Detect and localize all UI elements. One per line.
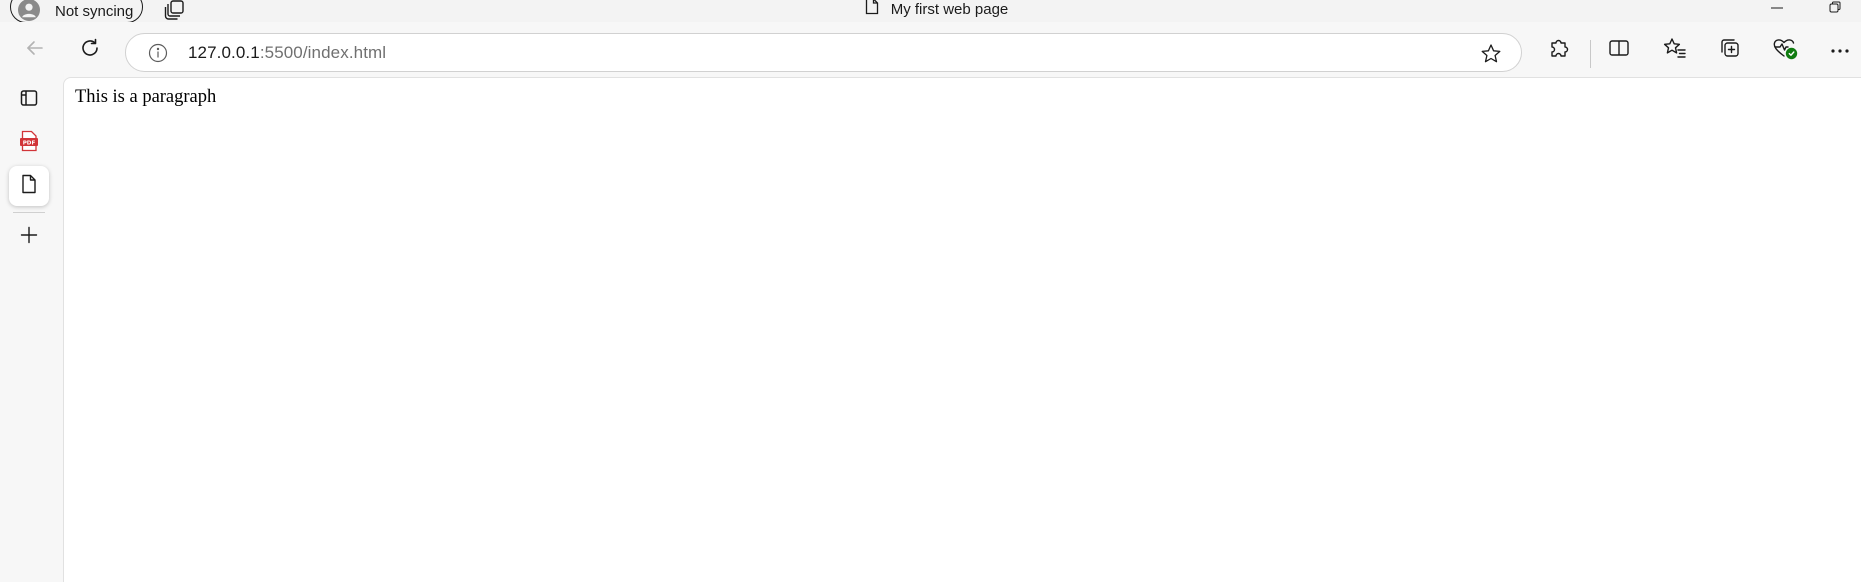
- more-button[interactable]: [1820, 30, 1860, 70]
- address-bar[interactable]: 127.0.0.1:5500/index.html: [125, 33, 1522, 72]
- split-screen-button[interactable]: [1599, 30, 1639, 70]
- browser-toolbar: 127.0.0.1:5500/index.html: [0, 22, 1861, 78]
- sidebar-divider: [13, 212, 45, 213]
- back-button[interactable]: [15, 30, 55, 70]
- favorites-icon: [1663, 37, 1687, 64]
- sidebar-tab-pdf[interactable]: PDF: [9, 123, 49, 163]
- page-icon: [865, 0, 879, 20]
- page-content: This is a paragraph: [63, 77, 1861, 582]
- restore-button[interactable]: [1812, 0, 1858, 18]
- plus-icon: [19, 225, 39, 250]
- heart-pulse-icon: [1772, 36, 1798, 65]
- more-dots-icon: [1830, 41, 1850, 59]
- minimize-button[interactable]: [1754, 0, 1800, 18]
- url-text[interactable]: 127.0.0.1:5500/index.html: [188, 43, 386, 63]
- title-bar: Not syncing My first web page: [0, 0, 1861, 23]
- tab-title: My first web page: [890, 0, 1009, 18]
- extensions-button[interactable]: [1539, 30, 1579, 70]
- refresh-icon: [79, 37, 101, 64]
- sidebar-tab-active-page[interactable]: [9, 166, 49, 206]
- person-icon: [17, 0, 41, 22]
- url-host: 127.0.0.1: [188, 42, 260, 62]
- vertical-tab-strip: PDF: [0, 78, 62, 582]
- star-icon[interactable]: [1479, 42, 1503, 66]
- refresh-button[interactable]: [70, 30, 110, 70]
- pdf-icon: PDF: [19, 130, 39, 157]
- info-icon[interactable]: [147, 42, 169, 64]
- browser-essentials-button[interactable]: [1765, 30, 1805, 70]
- new-tab-button[interactable]: [9, 217, 49, 257]
- paragraph: This is a paragraph: [75, 87, 217, 107]
- split-screen-icon: [1608, 38, 1630, 63]
- page-icon: [21, 174, 37, 199]
- vertical-tabs-button[interactable]: [9, 80, 49, 120]
- restore-icon: [1829, 0, 1841, 18]
- toolbar-separator: [1590, 40, 1591, 68]
- profile-button[interactable]: Not syncing: [10, 0, 143, 23]
- url-path: :5500/index.html: [259, 42, 387, 62]
- workspaces-icon[interactable]: [163, 0, 187, 20]
- favorites-button[interactable]: [1655, 30, 1695, 70]
- vertical-tabs-icon: [19, 88, 39, 113]
- profile-label: Not syncing: [55, 3, 134, 20]
- back-arrow-icon: [25, 38, 45, 63]
- window-title: My first web page: [0, 0, 1861, 18]
- pdf-icon-label: PDF: [23, 140, 36, 146]
- minimize-icon: [1771, 0, 1783, 18]
- puzzle-icon: [1548, 37, 1570, 64]
- collections-icon: [1719, 37, 1741, 64]
- collections-button[interactable]: [1710, 30, 1750, 70]
